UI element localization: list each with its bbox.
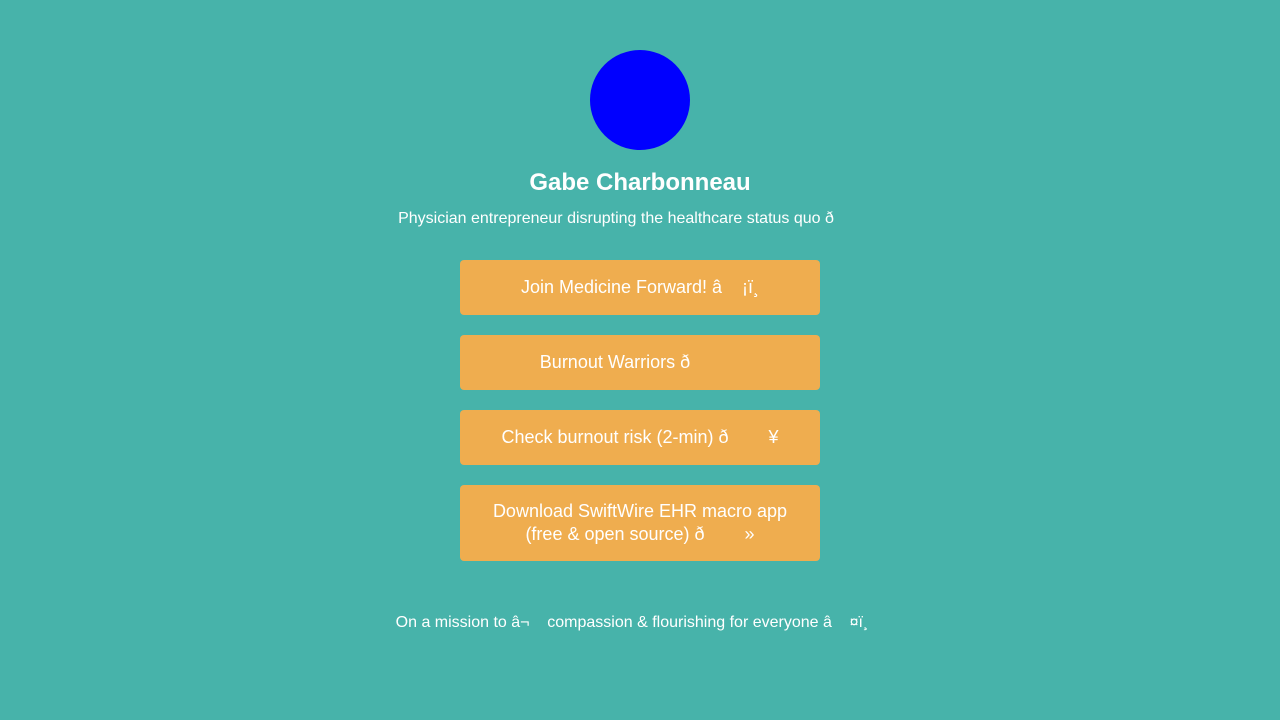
profile-name: Gabe Charbonneau bbox=[529, 169, 751, 196]
profile-page: Gabe Charbonneau Physician entrepreneur … bbox=[0, 0, 1280, 720]
footer-mission-text: On a mission to â¬ compassion & flourish… bbox=[395, 614, 869, 631]
profile-bio: Physician entrepreneur disrupting the he… bbox=[398, 210, 834, 227]
avatar bbox=[590, 50, 690, 150]
link-button-burnout-warriors[interactable]: Burnout Warriors ð bbox=[460, 335, 820, 390]
link-list: Join Medicine Forward! â ¡ï¸ Burnout War… bbox=[460, 260, 820, 581]
link-button-burnout-risk[interactable]: Check burnout risk (2-min) ð ¥ bbox=[460, 410, 820, 465]
link-button-medicine-forward[interactable]: Join Medicine Forward! â ¡ï¸ bbox=[460, 260, 820, 315]
link-button-swiftwire-download[interactable]: Download SwiftWire EHR macro app (free &… bbox=[460, 485, 820, 561]
